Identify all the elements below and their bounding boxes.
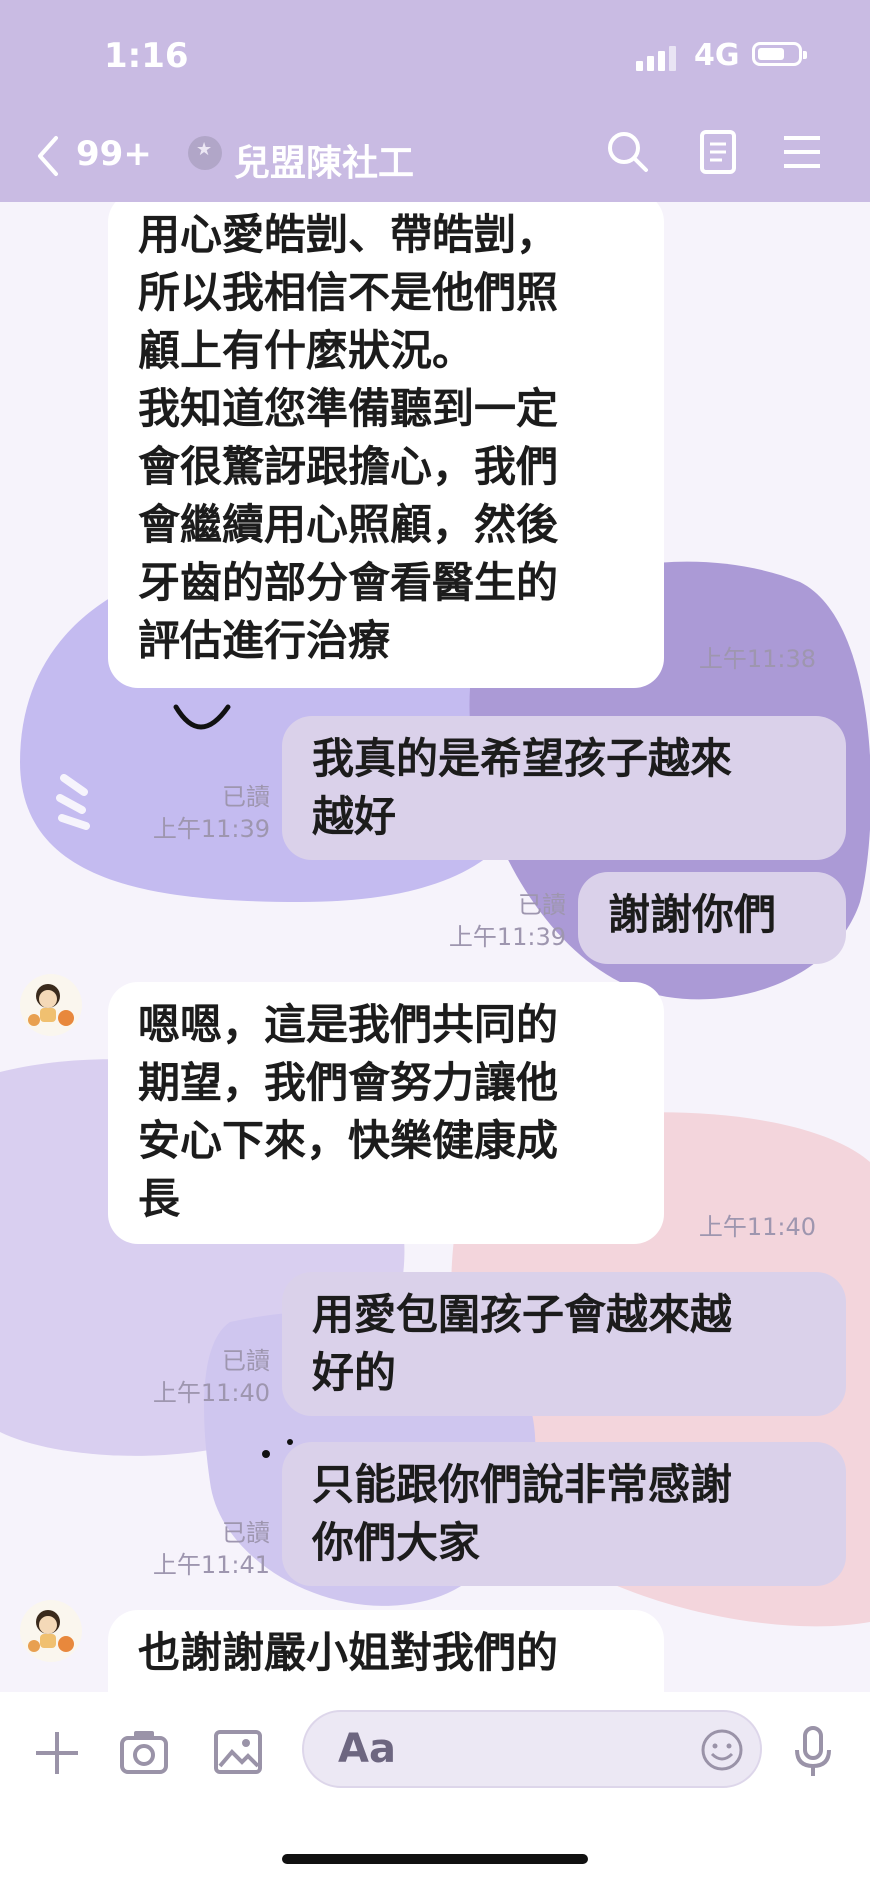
- message-time: 上午11:41: [152, 1551, 270, 1579]
- contact-avatar[interactable]: [20, 1600, 82, 1662]
- message-time: 上午11:39: [152, 815, 270, 843]
- read-receipt: 已讀: [222, 1519, 270, 1547]
- incoming-message[interactable]: 嗯嗯，這是我們共同的 期望，我們會努力讓他 安心下來，快樂健康成 長: [108, 982, 664, 1244]
- read-receipt: 已讀: [518, 891, 566, 919]
- contact-avatar[interactable]: [20, 974, 82, 1036]
- status-bar: 1:16 4G: [0, 0, 870, 110]
- status-time: 1:16: [104, 36, 189, 76]
- chat-header: 99+ 兒盟陳社工: [0, 110, 870, 202]
- add-icon[interactable]: [32, 1728, 82, 1778]
- microphone-icon[interactable]: [790, 1724, 836, 1780]
- message-time: 上午11:39: [448, 923, 566, 951]
- incoming-message[interactable]: 也謝謝嚴小姐對我們的: [108, 1610, 664, 1692]
- outgoing-message[interactable]: 只能跟你們說非常感謝 你們大家: [282, 1442, 846, 1586]
- avatar-illustration-icon: [28, 984, 74, 1026]
- notes-icon[interactable]: [694, 128, 742, 176]
- star-badge-icon: [188, 136, 222, 170]
- avatar-illustration-icon: [28, 1610, 74, 1652]
- search-icon[interactable]: [604, 128, 652, 176]
- back-chevron-icon[interactable]: [30, 132, 74, 180]
- message-time: 上午11:40: [152, 1379, 270, 1407]
- message-time: 上午11:40: [698, 1213, 816, 1241]
- signal-icon: [636, 46, 676, 71]
- battery-icon: [752, 42, 807, 66]
- incoming-message[interactable]: 用心愛皓剴、帶皓剴， 所以我相信不是他們照 顧上有什麼狀況。 我知道您準備聽到一…: [108, 202, 664, 688]
- read-receipt: 已讀: [222, 783, 270, 811]
- outgoing-message[interactable]: 用愛包圍孩子會越來越 好的: [282, 1272, 846, 1416]
- chat-title[interactable]: 兒盟陳社工: [234, 134, 414, 186]
- camera-icon[interactable]: [118, 1726, 170, 1778]
- message-input-placeholder: Aa: [338, 1726, 396, 1772]
- network-label: 4G: [694, 38, 740, 73]
- outgoing-message[interactable]: 我真的是希望孩子越來 越好: [282, 716, 846, 860]
- emoji-icon[interactable]: [700, 1728, 744, 1772]
- image-icon[interactable]: [212, 1726, 264, 1778]
- read-receipt: 已讀: [222, 1347, 270, 1375]
- unread-count[interactable]: 99+: [76, 134, 152, 174]
- chat-area[interactable]: 用心愛皓剴、帶皓剴， 所以我相信不是他們照 顧上有什麼狀況。 我知道您準備聽到一…: [0, 202, 870, 1692]
- message-input[interactable]: Aa: [302, 1710, 762, 1788]
- outgoing-message[interactable]: 謝謝你們: [578, 872, 846, 964]
- menu-icon[interactable]: [778, 128, 826, 176]
- message-time: 上午11:38: [698, 645, 816, 673]
- home-indicator: [282, 1854, 588, 1864]
